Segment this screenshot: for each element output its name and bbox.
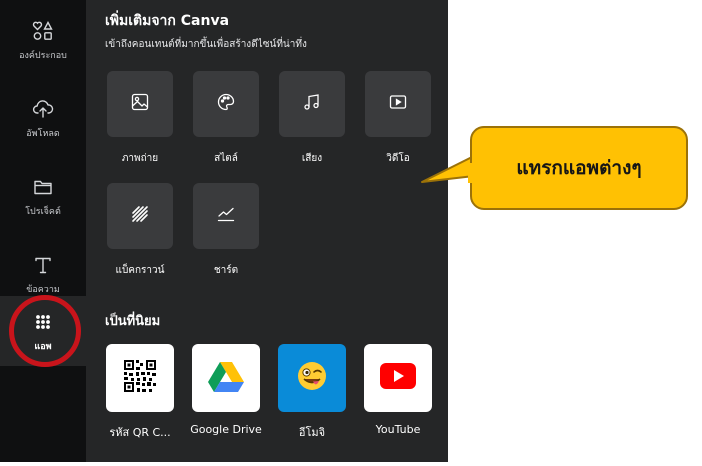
highlight-circle xyxy=(9,295,81,367)
music-note-icon xyxy=(302,92,322,116)
popular-section-title: เป็นที่นิยม xyxy=(105,314,161,329)
text-icon xyxy=(31,253,55,277)
callout-box: แทรกแอพต่างๆ xyxy=(470,126,688,210)
panel-subtitle: เข้าถึงคอนเทนต์ที่มากขึ้นเพื่อสร้างดีไซน… xyxy=(105,39,307,50)
app-label: YouTube xyxy=(375,423,421,436)
background-pattern-icon xyxy=(130,204,150,228)
image-icon xyxy=(130,92,150,116)
category-audio-button[interactable] xyxy=(279,71,345,137)
video-icon xyxy=(388,92,408,116)
sidebar-item-projects[interactable]: โปรเจ็คต์ xyxy=(0,164,86,228)
canva-editor: องค์ประกอบ อัพโหลด โปรเจ็คต์ ข้อความ แอพ… xyxy=(0,0,448,462)
palette-icon xyxy=(216,92,236,116)
category-photos-button[interactable] xyxy=(107,71,173,137)
category-label: สไตล์ xyxy=(214,153,238,164)
category-videos-button[interactable] xyxy=(365,71,431,137)
apps-panel: เพิ่มเติมจาก Canva เข้าถึงคอนเทนต์ที่มาก… xyxy=(86,0,448,462)
category-label: ชาร์ต xyxy=(213,265,239,276)
app-label: Google Drive xyxy=(190,423,262,436)
sidebar-item-upload[interactable]: อัพโหลด xyxy=(0,86,86,150)
youtube-icon xyxy=(380,363,416,393)
category-label: ภาพถ่าย xyxy=(121,153,159,164)
elements-icon xyxy=(31,19,55,43)
app-google-drive-button[interactable] xyxy=(192,344,260,412)
sidebar-item-elements[interactable]: องค์ประกอบ xyxy=(0,8,86,72)
app-emoji-button[interactable] xyxy=(278,344,346,412)
sidebar-item-label: องค์ประกอบ xyxy=(19,50,67,61)
sidebar: องค์ประกอบ อัพโหลด โปรเจ็คต์ ข้อความ แอพ xyxy=(0,0,86,462)
sidebar-item-label: อัพโหลด xyxy=(26,128,60,139)
category-label: แบ็คกราวน์ xyxy=(115,265,165,276)
sidebar-item-label: โปรเจ็คต์ xyxy=(25,206,61,217)
callout-pointer-joint xyxy=(468,163,476,183)
sidebar-item-label: ข้อความ xyxy=(26,284,60,295)
app-label: รหัส QR C... xyxy=(109,426,171,439)
emoji-icon xyxy=(295,359,329,397)
app-qr-code-button[interactable] xyxy=(106,344,174,412)
chart-line-icon xyxy=(216,204,236,228)
folder-icon xyxy=(31,175,55,199)
category-label: เสียง xyxy=(301,153,323,164)
google-drive-icon xyxy=(208,360,244,396)
qr-code-icon xyxy=(123,359,157,397)
app-youtube-button[interactable] xyxy=(364,344,432,412)
category-styles-button[interactable] xyxy=(193,71,259,137)
category-backgrounds-button[interactable] xyxy=(107,183,173,249)
upload-cloud-icon xyxy=(31,97,55,121)
callout-text: แทรกแอพต่างๆ xyxy=(516,157,642,179)
panel-title: เพิ่มเติมจาก Canva xyxy=(105,13,230,29)
category-charts-button[interactable] xyxy=(193,183,259,249)
app-label: อีโมจิ xyxy=(298,426,326,439)
